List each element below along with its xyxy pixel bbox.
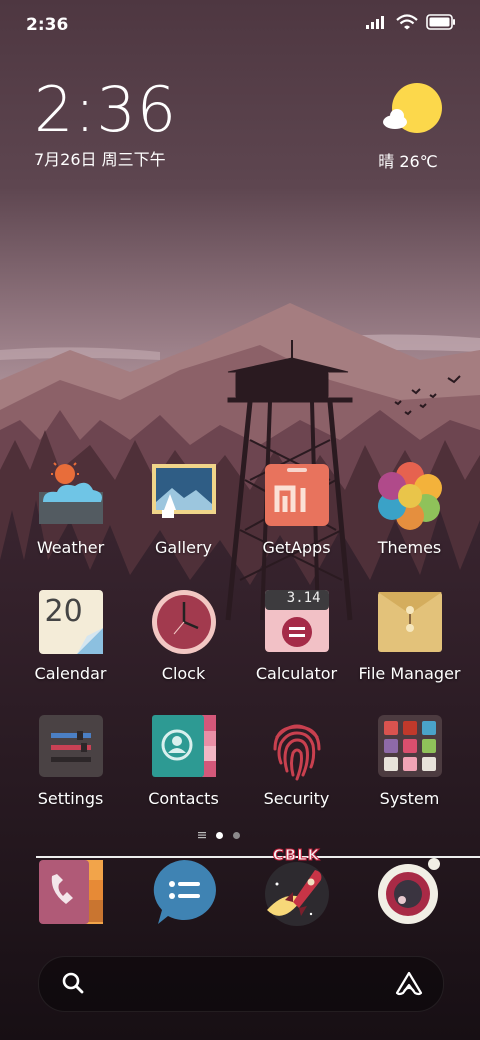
dock-messages[interactable] [127, 858, 240, 934]
app-contacts[interactable]: Contacts [127, 713, 240, 808]
app-settings[interactable]: Settings [14, 713, 127, 808]
search-bar[interactable] [38, 956, 444, 1012]
app-system-folder[interactable]: System [353, 713, 466, 808]
weather-temperature: 晴 26℃ [378, 152, 438, 171]
weather-widget[interactable]: 晴 26℃ [368, 82, 448, 172]
app-label: Settings [37, 789, 104, 808]
dock-rocket-app[interactable]: CBLK [240, 846, 353, 934]
calculator-display: 3.14 [286, 590, 321, 606]
app-label: System [379, 789, 440, 808]
app-row-3: Settings Contacts Security System [0, 713, 480, 808]
app-label: Gallery [155, 538, 212, 557]
contacts-icon [151, 715, 216, 777]
app-clock[interactable]: Clock [127, 588, 240, 683]
status-time: 2:36 [26, 15, 69, 35]
file-manager-icon [377, 592, 442, 652]
menu-lines-icon [198, 832, 206, 839]
themes-icon [377, 462, 442, 530]
dock-camera[interactable] [353, 858, 466, 934]
page-indicator[interactable] [198, 828, 258, 842]
weather-icon [38, 462, 103, 524]
app-calculator[interactable]: 3.14 Calculator [240, 588, 353, 683]
rocket-badge-text: CBLK [272, 846, 321, 865]
page-dot[interactable] [233, 831, 240, 839]
app-weather[interactable]: Weather [14, 462, 127, 557]
wifi-icon [396, 14, 418, 30]
rocket-icon: CBLK [263, 846, 331, 926]
gallery-icon [151, 464, 216, 518]
fingerprint-icon [273, 724, 320, 781]
dock: CBLK [0, 846, 480, 938]
app-getapps[interactable]: GetApps [240, 462, 353, 557]
clock-widget[interactable]: 2:36 7月26日 周三下午 [34, 78, 177, 170]
app-label: Calendar [34, 664, 107, 683]
app-label: File Manager [358, 664, 461, 683]
app-label: Clock [161, 664, 206, 683]
app-row-1: Weather Gallery GetApps Themes [0, 462, 480, 557]
app-gallery[interactable]: Gallery [127, 462, 240, 557]
status-bar: 2:36 [0, 0, 480, 50]
app-label: GetApps [262, 538, 331, 557]
app-security[interactable]: Security [240, 713, 353, 808]
signal-icon [366, 16, 384, 29]
app-file-manager[interactable]: File Manager [353, 588, 466, 683]
search-icon[interactable] [61, 971, 85, 995]
settings-icon [38, 715, 103, 777]
app-label: Calculator [255, 664, 338, 683]
app-label: Weather [36, 538, 105, 557]
phone-icon [38, 860, 103, 924]
app-themes[interactable]: Themes [353, 462, 466, 557]
clock-icon [151, 590, 216, 654]
app-calendar[interactable]: 20 Calendar [14, 588, 127, 683]
app-label: Contacts [148, 789, 219, 808]
assistant-icon[interactable] [395, 971, 423, 997]
system-folder-icon [377, 715, 442, 777]
status-icons [366, 14, 456, 30]
messages-icon [153, 860, 216, 924]
widget-time: 2:36 [34, 73, 178, 146]
sunny-cloud-icon [383, 83, 442, 133]
getapps-icon [264, 464, 329, 526]
page-dot-active[interactable] [216, 831, 223, 839]
camera-icon [377, 858, 440, 924]
app-label: Security [263, 789, 330, 808]
calendar-icon: 20 [37, 588, 105, 656]
widget-date: 7月26日 周三下午 [34, 150, 166, 169]
calculator-icon: 3.14 [263, 588, 331, 656]
battery-icon [426, 14, 455, 30]
dock-phone[interactable] [14, 858, 127, 934]
app-label: Themes [377, 538, 442, 557]
app-row-2: 20 Calendar Clock 3.14 Calculator File M… [0, 588, 480, 683]
calendar-day: 20 [44, 594, 83, 629]
